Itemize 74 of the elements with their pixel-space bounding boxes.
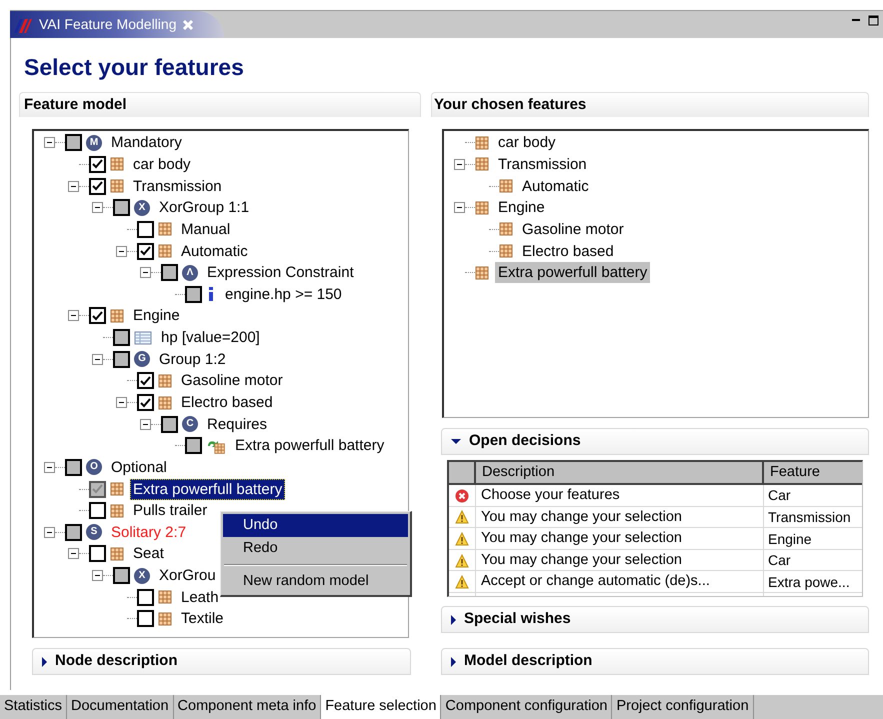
table-icon — [134, 330, 152, 346]
section-title: Node description — [55, 651, 178, 672]
grid-icon — [499, 222, 513, 236]
maximize-icon[interactable] — [868, 15, 879, 26]
page-title: Select your features — [23, 53, 245, 82]
table-cell: You may change your selection — [476, 550, 764, 572]
grid-icon — [158, 244, 172, 258]
section-title: Your chosen features — [434, 94, 586, 115]
group-badge: M — [86, 134, 102, 151]
grid-icon — [110, 482, 124, 496]
grid-icon — [158, 222, 172, 236]
table-cell-text: Car — [767, 551, 792, 570]
group-badge: S — [86, 524, 102, 540]
section-title: Feature model — [24, 94, 127, 115]
column-header[interactable]: Feature — [764, 462, 862, 484]
group-badge: C — [182, 416, 198, 432]
grid-icon — [158, 396, 172, 410]
group-badge: O — [86, 459, 102, 476]
column-header[interactable]: Description — [476, 462, 764, 484]
grid-icon — [158, 612, 172, 626]
section-title: Special wishes — [464, 609, 571, 630]
check-icon — [92, 181, 103, 192]
grid-icon — [158, 590, 172, 604]
caret-icon — [451, 614, 456, 624]
caret-icon — [42, 656, 47, 666]
tree-item[interactable]: Extra powerfull battery — [495, 262, 650, 284]
table-cell: Choose your features — [476, 485, 764, 507]
section-title: Open decisions — [469, 431, 581, 452]
table-cell-text: Transmission — [767, 508, 852, 527]
tab-title: VAI Feature Modelling — [39, 15, 176, 34]
info-icon — [206, 286, 216, 302]
table-cell: Accept or change automatic (de)s... — [476, 571, 764, 594]
grid-icon — [499, 179, 513, 194]
collapse-icon[interactable] — [454, 202, 465, 214]
collapse-icon[interactable] — [454, 158, 465, 170]
table-cell: You may change your selection — [476, 506, 764, 528]
section-header[interactable]: Special wishes — [441, 606, 869, 633]
check-icon — [140, 376, 151, 386]
table-cell-text: Extra powe... — [767, 572, 851, 592]
grid-icon — [158, 374, 172, 388]
grid-icon — [499, 244, 513, 258]
editor-tab[interactable]: VAI Feature Modelling — [10, 11, 224, 38]
group-badge: X — [134, 200, 150, 216]
grid-icon — [110, 308, 124, 323]
section-header[interactable]: Node description — [32, 648, 411, 675]
table-cell: You may change your selection — [476, 528, 764, 550]
group-badge: X — [134, 568, 150, 584]
caret-icon — [451, 439, 461, 444]
section-title: Model description — [464, 651, 592, 672]
group-badge: G — [134, 351, 150, 368]
section-header[interactable]: Model description — [441, 648, 869, 675]
grid-icon — [475, 200, 489, 215]
menu-item[interactable]: Undo — [223, 514, 408, 537]
group-badge: Λ — [182, 264, 198, 281]
menu-item[interactable]: New random model — [223, 570, 408, 593]
check-icon — [140, 398, 151, 408]
check-icon — [92, 310, 103, 321]
caret-icon — [451, 656, 456, 666]
grid-icon — [110, 157, 124, 172]
tab[interactable]: Component meta info — [174, 695, 322, 719]
grid-icon — [475, 266, 489, 280]
menu-item[interactable]: Redo — [223, 537, 408, 560]
tab[interactable]: Feature selection — [321, 695, 442, 719]
grid-icon — [475, 136, 489, 150]
grid-icon — [475, 157, 489, 172]
check-icon — [92, 484, 103, 494]
check-icon — [140, 246, 151, 256]
section-header[interactable]: Open decisions — [441, 428, 869, 455]
grid-icon — [110, 179, 124, 194]
table-cell-text: Engine — [767, 530, 813, 549]
grid-icon — [110, 546, 124, 561]
table-cell-text: Car — [767, 486, 792, 506]
check-icon — [92, 159, 103, 170]
grid-icon — [110, 504, 124, 518]
